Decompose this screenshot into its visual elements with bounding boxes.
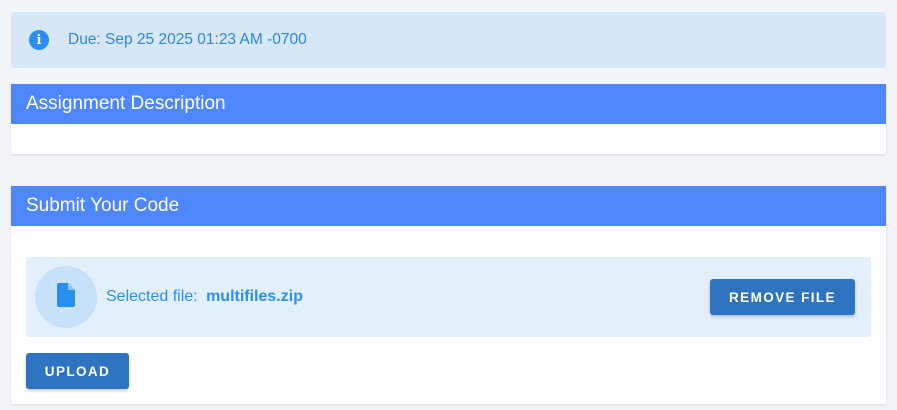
submit-code-card: Submit Your Code Selected file: multifil…: [11, 186, 886, 404]
selected-file-panel: Selected file: multifiles.zip REMOVE FIL…: [26, 257, 871, 337]
file-icon: [57, 282, 75, 312]
file-avatar: [35, 266, 97, 328]
selected-file-label: Selected file:: [106, 288, 198, 305]
submit-code-header: Submit Your Code: [11, 186, 886, 226]
due-date-banner: i Due: Sep 25 2025 01:23 AM -0700: [11, 12, 886, 68]
selected-file-text: Selected file: multifiles.zip: [106, 288, 303, 306]
page: i Due: Sep 25 2025 01:23 AM -0700 Assign…: [0, 0, 897, 410]
due-date-text: Due: Sep 25 2025 01:23 AM -0700: [68, 31, 307, 48]
remove-file-button[interactable]: REMOVE FILE: [710, 279, 855, 315]
assignment-description-header: Assignment Description: [11, 84, 886, 124]
assignment-description-card: Assignment Description: [11, 84, 886, 154]
selected-file-name: multifiles.zip: [206, 288, 303, 305]
upload-button[interactable]: UPLOAD: [26, 353, 129, 389]
info-icon: i: [29, 30, 49, 50]
